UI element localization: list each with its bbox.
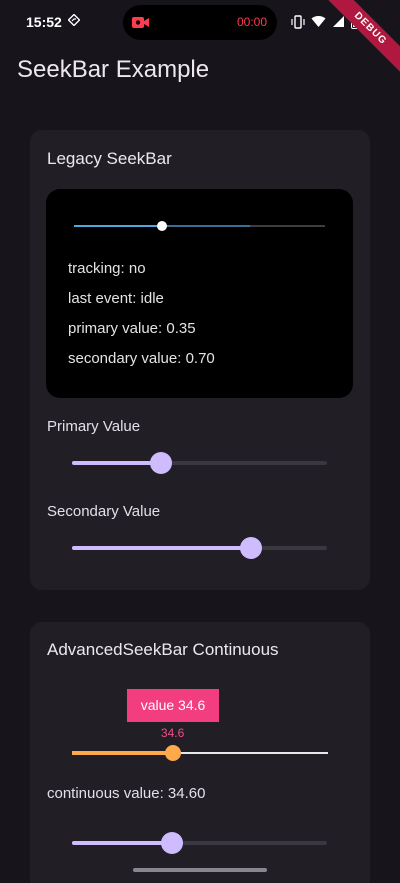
legacy-seekbar-thumb[interactable] — [156, 221, 167, 231]
slider-active-track — [72, 461, 162, 465]
app-bar-title: SeekBar Example — [17, 56, 210, 83]
legacy-seekbar-primary-progress — [74, 225, 162, 227]
slider-thumb[interactable] — [239, 537, 262, 559]
recording-time: 00:00 — [236, 15, 267, 29]
primary-value-text: primary value: 0.35 — [68, 320, 196, 337]
slider-active-track — [72, 841, 173, 845]
legacy-card-title: Legacy SeekBar — [47, 149, 172, 168]
slider-thumb[interactable] — [150, 452, 173, 474]
legacy-seekbar[interactable] — [74, 221, 325, 231]
tracking-text: tracking: no — [68, 260, 146, 277]
continuous-value-text: continuous value: 34.60 — [47, 785, 206, 802]
video-record-icon — [132, 17, 149, 28]
secondary-value-text: secondary value: 0.70 — [68, 350, 215, 367]
advanced-card-title: AdvancedSeekBar Continuous — [47, 640, 279, 659]
slider-active-track — [72, 546, 251, 550]
advanced-active-track — [72, 751, 173, 755]
vibrate-icon — [291, 14, 305, 29]
continuous-value-slider[interactable] — [72, 831, 327, 855]
wifi-icon — [311, 15, 326, 27]
secondary-value-slider[interactable] — [72, 536, 327, 560]
debug-banner: DEBUG — [321, 0, 400, 78]
last-event-text: last event: idle — [68, 290, 164, 307]
value-indicator-text: 34.6 — [160, 726, 185, 740]
home-indicator[interactable] — [133, 868, 267, 872]
advanced-continuous-seekbar[interactable] — [72, 742, 328, 766]
navigation-diamond-icon — [68, 14, 80, 26]
value-indicator-badge: value 34.6 — [127, 689, 219, 722]
slider-thumb[interactable] — [161, 832, 184, 854]
signal-icon — [333, 16, 344, 27]
status-bar: 15:52 00:00 DEBUG — [0, 0, 400, 78]
camera-pill: 00:00 — [123, 5, 277, 40]
legacy-seekbar-panel: tracking: no last event: idle primary va… — [46, 189, 353, 398]
legacy-seekbar-card: Legacy SeekBar tracking: no last event: … — [30, 130, 370, 590]
status-time: 15:52 — [26, 14, 62, 30]
primary-value-slider[interactable] — [72, 451, 327, 475]
advanced-seekbar-card: AdvancedSeekBar Continuous value 34.6 34… — [30, 622, 370, 883]
advanced-thumb[interactable] — [164, 745, 181, 761]
secondary-value-label: Secondary Value — [47, 503, 161, 520]
primary-value-label: Primary Value — [47, 418, 141, 435]
